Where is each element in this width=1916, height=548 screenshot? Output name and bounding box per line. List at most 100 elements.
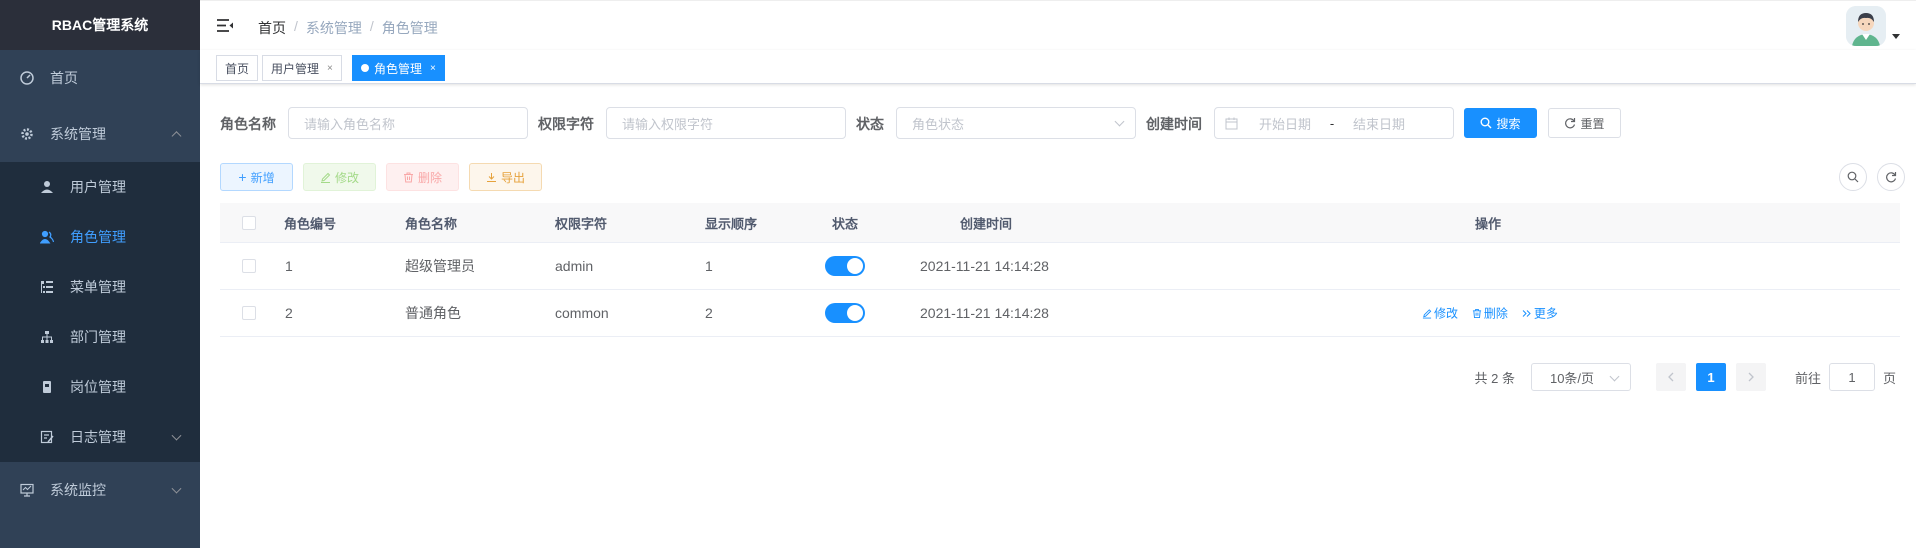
row-operations: 修改 删除 更多 bbox=[1422, 305, 1568, 322]
dashboard-icon bbox=[20, 71, 34, 85]
user-icon bbox=[40, 180, 54, 194]
pagination: 共 2 条 10条/页 1 前往 1 页 bbox=[1474, 363, 1896, 391]
status-switch[interactable] bbox=[825, 256, 865, 276]
sidebar-item-logs[interactable]: 日志管理 bbox=[0, 412, 200, 462]
sidebar-item-monitor[interactable]: 系统监控 bbox=[0, 462, 200, 518]
sidebar: RBAC管理系统 首页 系统管理 用户管理 角色管理 菜单管理 部门管理 岗位管… bbox=[0, 0, 200, 548]
date-range-picker[interactable]: 开始日期 - 结束日期 bbox=[1214, 107, 1454, 139]
breadcrumb-separator: / bbox=[294, 18, 298, 34]
sidebar-item-label: 首页 bbox=[50, 70, 78, 86]
cell-sort: 2 bbox=[705, 305, 713, 321]
status-switch[interactable] bbox=[825, 303, 865, 323]
breadcrumb-current: 角色管理 bbox=[381, 20, 438, 36]
role-name-placeholder: 请输入角色名称 bbox=[304, 116, 396, 132]
refresh-icon bbox=[1885, 171, 1897, 183]
gear-icon bbox=[20, 127, 34, 141]
edit-button[interactable]: 修改 bbox=[303, 163, 376, 191]
role-key-input[interactable]: 请输入权限字符 bbox=[606, 107, 846, 139]
tag-home[interactable]: 首页 bbox=[216, 55, 259, 81]
edit-button-label: 修改 bbox=[334, 170, 359, 185]
monitor-icon bbox=[20, 483, 34, 497]
search-button-label: 搜索 bbox=[1496, 116, 1521, 131]
sidebar-item-posts[interactable]: 岗位管理 bbox=[0, 362, 200, 412]
navbar: 首页 / 系统管理 / 角色管理 bbox=[200, 0, 1916, 50]
header-status: 状态 bbox=[832, 216, 859, 231]
role-name-input[interactable]: 请输入角色名称 bbox=[288, 107, 528, 139]
sidebar-item-system[interactable]: 系统管理 bbox=[0, 106, 200, 162]
tag-label: 首页 bbox=[225, 61, 250, 76]
tags-view: 首页 用户管理 × 角色管理 × bbox=[200, 50, 1916, 84]
delete-button[interactable]: 删除 bbox=[386, 163, 459, 191]
submenu-system: 用户管理 角色管理 菜单管理 部门管理 岗位管理 日志管理 bbox=[0, 162, 200, 462]
sidebar-item-roles[interactable]: 角色管理 bbox=[0, 212, 200, 262]
row-delete-link[interactable]: 删除 bbox=[1472, 305, 1508, 322]
prev-page-button[interactable] bbox=[1655, 363, 1686, 391]
status-select[interactable]: 角色状态 bbox=[896, 107, 1136, 139]
sidebar-item-label: 角色管理 bbox=[70, 229, 126, 245]
cell-role-name: 超级管理员 bbox=[405, 258, 475, 274]
row-checkbox[interactable] bbox=[242, 259, 256, 273]
header-role-name: 角色名称 bbox=[405, 216, 458, 231]
search-icon bbox=[1480, 117, 1492, 129]
app-title: RBAC管理系统 bbox=[0, 0, 200, 50]
refresh-button[interactable] bbox=[1877, 163, 1905, 191]
trash-icon bbox=[403, 172, 414, 183]
active-dot-icon bbox=[361, 64, 369, 72]
goto-prefix: 前往 bbox=[1794, 370, 1821, 386]
chevron-up-icon bbox=[171, 131, 182, 142]
pagination-total: 共 2 条 bbox=[1474, 370, 1515, 386]
add-button[interactable]: + 新增 bbox=[220, 163, 293, 191]
trash-icon bbox=[1472, 308, 1481, 318]
close-icon[interactable]: × bbox=[430, 63, 436, 74]
sidebar-item-users[interactable]: 用户管理 bbox=[0, 162, 200, 212]
toggle-search-button[interactable] bbox=[1839, 163, 1867, 191]
sidebar-item-depts[interactable]: 部门管理 bbox=[0, 312, 200, 362]
cell-created-time: 2021-11-21 14:14:28 bbox=[920, 258, 1049, 274]
next-page-button[interactable] bbox=[1735, 363, 1766, 391]
sidebar-item-label: 菜单管理 bbox=[70, 279, 126, 295]
table-header: 角色编号 角色名称 权限字符 显示顺序 状态 创建时间 操作 bbox=[220, 203, 1900, 243]
delete-button-label: 删除 bbox=[417, 170, 442, 185]
caret-down-icon[interactable] bbox=[1892, 34, 1900, 39]
reset-button[interactable]: 重置 bbox=[1548, 108, 1621, 138]
goto-page-input[interactable]: 1 bbox=[1828, 363, 1875, 391]
tree-icon bbox=[40, 330, 54, 344]
close-icon[interactable]: × bbox=[327, 63, 333, 74]
tag-users[interactable]: 用户管理 × bbox=[262, 55, 342, 81]
sidebar-item-label: 岗位管理 bbox=[70, 379, 126, 395]
header-sort: 显示顺序 bbox=[705, 216, 758, 231]
chevron-left-icon bbox=[1668, 372, 1674, 382]
tag-roles[interactable]: 角色管理 × bbox=[352, 55, 445, 81]
role-key-placeholder: 请输入权限字符 bbox=[622, 116, 714, 132]
chevron-down-icon bbox=[171, 483, 182, 494]
status-label: 状态 bbox=[856, 116, 884, 132]
cell-created-time: 2021-11-21 14:14:28 bbox=[920, 305, 1049, 321]
row-more-label: 更多 bbox=[1533, 306, 1558, 321]
page-number-button[interactable]: 1 bbox=[1695, 363, 1726, 391]
row-checkbox[interactable] bbox=[242, 306, 256, 320]
hamburger-icon[interactable] bbox=[216, 17, 234, 35]
cell-role-name: 普通角色 bbox=[405, 305, 461, 321]
post-icon bbox=[40, 380, 54, 394]
download-icon bbox=[486, 172, 497, 183]
page-size-select[interactable]: 10条/页 bbox=[1530, 363, 1631, 391]
chevron-right-icon bbox=[1748, 372, 1754, 382]
header-created-time: 创建时间 bbox=[960, 216, 1013, 231]
sidebar-item-label: 用户管理 bbox=[70, 179, 126, 195]
edit-icon bbox=[1422, 308, 1432, 318]
sidebar-item-home[interactable]: 首页 bbox=[0, 50, 200, 106]
cell-sort: 1 bbox=[705, 258, 713, 274]
sidebar-item-menus[interactable]: 菜单管理 bbox=[0, 262, 200, 312]
role-name-label: 角色名称 bbox=[220, 116, 276, 132]
avatar[interactable] bbox=[1846, 6, 1886, 46]
row-edit-link[interactable]: 修改 bbox=[1422, 305, 1458, 322]
refresh-icon bbox=[1564, 117, 1576, 129]
export-button[interactable]: 导出 bbox=[469, 163, 542, 191]
search-button[interactable]: 搜索 bbox=[1464, 108, 1537, 138]
row-more-link[interactable]: 更多 bbox=[1522, 305, 1558, 322]
breadcrumb-home[interactable]: 首页 bbox=[258, 18, 286, 38]
select-all-checkbox[interactable] bbox=[242, 215, 256, 230]
row-edit-label: 修改 bbox=[1434, 306, 1459, 321]
range-separator: - bbox=[1329, 115, 1335, 131]
role-table: 角色编号 角色名称 权限字符 显示顺序 状态 创建时间 操作 1 超级管理员 a… bbox=[220, 203, 1900, 337]
